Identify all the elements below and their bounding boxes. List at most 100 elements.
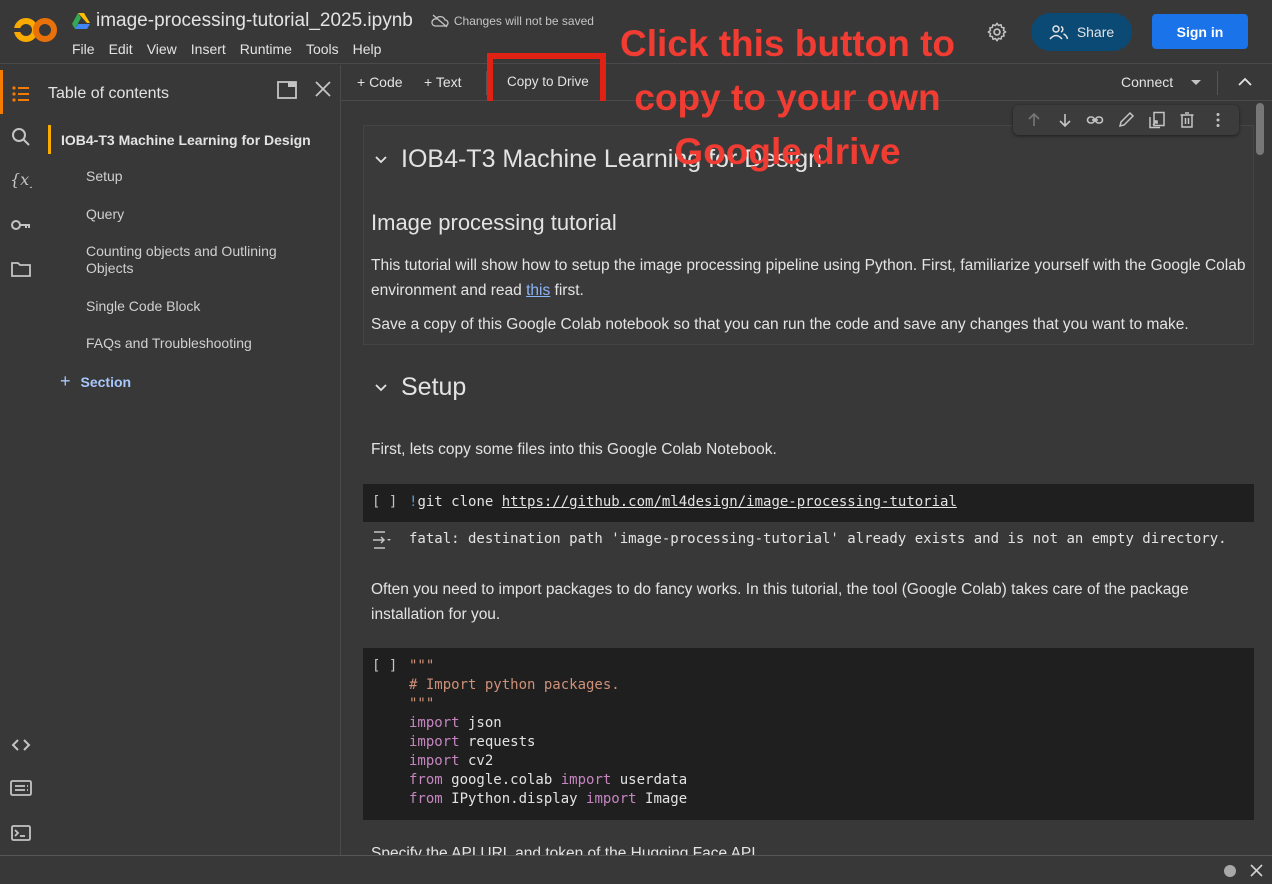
- table-of-contents-icon[interactable]: [10, 83, 32, 105]
- code-cell-git-clone[interactable]: [ ] !git clone https://github.com/ml4des…: [363, 484, 1254, 522]
- keyword: import: [409, 753, 460, 769]
- google-drive-icon: [72, 13, 90, 29]
- side-rail: {x}: [0, 65, 40, 855]
- edit-pencil-icon[interactable]: [1117, 111, 1135, 129]
- add-section-button[interactable]: + Section: [60, 371, 131, 392]
- collapse-chevron-icon[interactable]: [375, 383, 387, 392]
- unsaved-notice-label: Changes will not be saved: [453, 14, 594, 28]
- scrollbar-thumb[interactable]: [1256, 103, 1264, 155]
- connect-dropdown-icon[interactable]: [1190, 79, 1202, 87]
- delete-trash-icon[interactable]: [1178, 111, 1196, 129]
- colab-logo-icon[interactable]: [14, 16, 58, 44]
- setup-heading-text: Setup: [401, 373, 467, 401]
- search-icon[interactable]: [10, 126, 32, 148]
- settings-gear-icon[interactable]: [986, 21, 1008, 43]
- open-in-tab-icon[interactable]: [277, 81, 297, 99]
- toc-item-query[interactable]: Query: [86, 206, 316, 223]
- toc-item-counting-objects[interactable]: Counting objects and Outlining Objects: [86, 243, 316, 277]
- output-text: fatal: destination path 'image-processin…: [409, 531, 1227, 547]
- add-code-button[interactable]: + Code: [357, 74, 403, 90]
- packages-paragraph: Often you need to import packages to do …: [371, 581, 1189, 623]
- status-bar: [0, 855, 1272, 884]
- module: cv2: [459, 753, 494, 769]
- intro-text-end: first.: [550, 282, 584, 299]
- add-text-button[interactable]: + Text: [424, 74, 462, 90]
- save-copy-paragraph: Save a copy of this Google Colab noteboo…: [371, 316, 1189, 333]
- menu-bar: File Edit View Insert Runtime Tools Help: [72, 41, 381, 57]
- people-icon: [1049, 25, 1069, 40]
- instruction-annotation: Click this button to copy to your own Go…: [619, 23, 956, 172]
- secrets-key-icon[interactable]: [10, 214, 32, 236]
- mirror-cell-icon[interactable]: [1148, 111, 1166, 129]
- share-label: Share: [1076, 24, 1115, 40]
- this-link[interactable]: this: [526, 282, 550, 299]
- keyword: from: [409, 791, 443, 807]
- add-section-label: Section: [80, 373, 132, 390]
- module: IPython.display: [442, 791, 587, 807]
- api-paragraph: Specify the API URL and token of the Hug…: [371, 845, 756, 855]
- notebook-title[interactable]: image-processing-tutorial_2025.ipynb: [96, 10, 413, 32]
- files-folder-icon[interactable]: [10, 258, 32, 280]
- cell-toolbar: [1013, 105, 1239, 135]
- keyword: import: [560, 772, 612, 788]
- code-line: import cv2: [409, 753, 493, 769]
- sign-in-button[interactable]: Sign in: [1152, 14, 1248, 49]
- close-icon[interactable]: [1250, 864, 1263, 877]
- command-palette-icon[interactable]: [10, 777, 32, 799]
- keyword: import: [586, 791, 637, 807]
- menu-edit[interactable]: Edit: [109, 41, 133, 57]
- output-toggle-icon[interactable]: [371, 530, 395, 550]
- intro-paragraph: This tutorial will show how to setup the…: [371, 253, 1251, 303]
- code-line: """: [409, 696, 435, 712]
- code-snippets-icon[interactable]: [10, 734, 32, 756]
- collapse-chevron-icon[interactable]: [375, 155, 387, 164]
- collapse-chevron-up-icon[interactable]: [1238, 77, 1252, 87]
- menu-file[interactable]: File: [72, 41, 95, 57]
- variables-icon[interactable]: {x}: [10, 168, 32, 190]
- toolbar-divider: [1217, 71, 1218, 95]
- subheading-image-processing: Image processing tutorial: [371, 210, 617, 235]
- status-indicator-icon[interactable]: [1224, 865, 1236, 877]
- code-line: """: [409, 658, 435, 674]
- setup-paragraph: First, lets copy some files into this Go…: [371, 441, 777, 458]
- toc-title: Table of contents: [48, 85, 169, 102]
- menu-help[interactable]: Help: [353, 41, 382, 57]
- keyword: import: [409, 734, 460, 750]
- keyword: from: [409, 772, 443, 788]
- code-line: import json: [409, 715, 502, 731]
- module: json: [459, 715, 502, 731]
- svg-text:{x}: {x}: [10, 170, 32, 189]
- menu-runtime[interactable]: Runtime: [240, 41, 292, 57]
- code-line: # Import python packages.: [409, 677, 620, 693]
- cloud-off-icon: [431, 14, 449, 28]
- intro-text: This tutorial will show how to setup the…: [371, 257, 1246, 299]
- menu-tools[interactable]: Tools: [306, 41, 339, 57]
- terminal-icon[interactable]: [10, 822, 32, 844]
- toc-item-setup[interactable]: Setup: [86, 168, 316, 185]
- more-options-icon[interactable]: [1209, 111, 1227, 129]
- unsaved-notice[interactable]: Changes will not be saved: [431, 14, 594, 28]
- toc-item-single-code-block[interactable]: Single Code Block: [86, 298, 316, 315]
- name: Image: [636, 791, 688, 807]
- cmd-token: git clone: [417, 494, 502, 510]
- close-panel-icon[interactable]: [314, 80, 332, 98]
- repo-url-link[interactable]: https://github.com/ml4design/image-proce…: [502, 494, 957, 510]
- menu-insert[interactable]: Insert: [191, 41, 226, 57]
- share-button[interactable]: Share: [1031, 13, 1132, 51]
- link-icon[interactable]: [1086, 111, 1104, 129]
- code-cell-imports[interactable]: [ ] """ # Import python packages. """ im…: [363, 648, 1254, 820]
- run-cell-button[interactable]: [ ]: [372, 494, 397, 510]
- plus-icon: +: [60, 371, 71, 391]
- menu-view[interactable]: View: [147, 41, 177, 57]
- name: userdata: [611, 772, 688, 788]
- toc-item-faqs[interactable]: FAQs and Troubleshooting: [86, 335, 316, 352]
- code-line: from google.colab import userdata: [409, 772, 687, 788]
- toc-item-main-title[interactable]: IOB4-T3 Machine Learning for Design: [48, 125, 311, 154]
- run-cell-button[interactable]: [ ]: [372, 658, 397, 674]
- keyword: import: [409, 715, 460, 731]
- move-down-icon[interactable]: [1056, 111, 1074, 129]
- connect-button[interactable]: Connect: [1121, 74, 1173, 90]
- move-up-icon[interactable]: [1025, 111, 1043, 129]
- code-line: !git clone https://github.com/ml4design/…: [409, 494, 957, 510]
- table-of-contents-panel: Table of contents IOB4-T3 Machine Learni…: [40, 65, 341, 855]
